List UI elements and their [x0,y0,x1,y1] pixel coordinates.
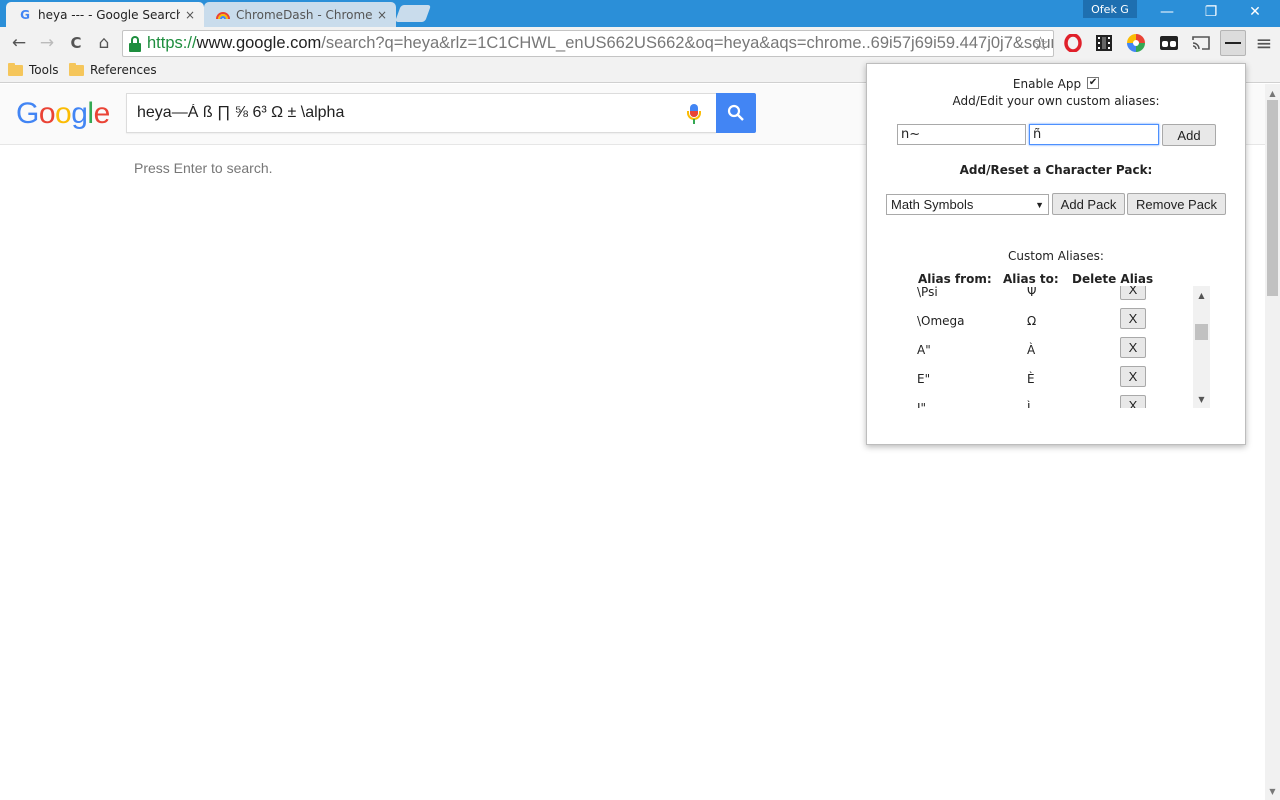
microphone-icon[interactable] [687,104,701,124]
close-tab-icon[interactable]: × [184,8,196,22]
new-tab-button[interactable] [394,5,432,22]
scroll-down-arrow-icon[interactable]: ▼ [1193,392,1210,406]
delete-alias-button[interactable]: X [1120,337,1146,358]
add-alias-button[interactable]: Add [1162,124,1216,146]
logo-letter: G [16,97,39,130]
logo-letter: e [93,97,111,130]
opera-icon[interactable] [1062,32,1084,54]
column-header-from: Alias from: [918,272,992,286]
alias-from: E" [917,372,931,386]
scrollbar-thumb[interactable] [1267,100,1278,296]
chrome-menu-icon[interactable]: ≡ [1253,31,1275,55]
scroll-up-arrow-icon[interactable]: ▲ [1265,86,1280,100]
enable-app-label: Enable App [1012,77,1082,91]
alias-to: À [1027,343,1036,357]
custom-aliases-title: Custom Aliases: [1008,249,1104,263]
alias-from: \Omega [917,314,965,328]
alias-row: \Omega Ω X [901,307,1191,336]
bookmark-star-icon[interactable]: ☆ [1032,33,1049,55]
tab-chromedash[interactable]: ChromeDash - Chrome We × [204,2,396,27]
alias-to: Ψ [1027,286,1037,299]
alias-from: \Psi [917,286,938,299]
home-button[interactable]: ⌂ [93,32,115,54]
page-scrollbar[interactable]: ▲ ▼ [1265,84,1280,800]
character-pack-title: Add/Reset a Character Pack: [959,163,1153,177]
delete-alias-button[interactable]: X [1120,308,1146,329]
logo-letter: g [71,97,88,130]
alias-extension-popup: Enable App ✔ Add/Edit your own custom ali… [866,63,1246,445]
scroll-up-arrow-icon[interactable]: ▲ [1193,288,1210,302]
color-wheel-icon[interactable] [1125,32,1147,54]
glasses-icon[interactable] [1158,32,1180,54]
alias-from: A" [917,343,931,357]
google-logo[interactable]: Google [16,97,110,131]
alias-row: I" Ì X [901,394,1191,408]
lock-icon [128,35,142,52]
back-button[interactable]: ← [8,32,30,54]
alias-list: \Psi Ψ X \Omega Ω X A" À X E" È X I" Ì X [901,286,1209,408]
google-g-icon: G [20,7,30,22]
alias-to: Ì [1027,401,1031,408]
bookmark-label: References [90,63,157,77]
delete-alias-button[interactable]: X [1120,286,1146,300]
chrome-rainbow-icon [216,8,230,22]
logo-letter: o [55,97,72,130]
minimize-button[interactable]: — [1145,0,1189,24]
scroll-down-arrow-icon[interactable]: ▼ [1265,784,1280,798]
restore-button[interactable]: ❐ [1189,0,1233,24]
alias-to: Ω [1027,314,1037,328]
character-pack-select[interactable]: Math Symbols ▼ [886,194,1049,215]
alias-row: E" È X [901,365,1191,394]
folder-icon [69,62,84,76]
search-icon [727,104,744,121]
reload-button[interactable]: C [65,32,87,54]
browser-toolbar: ← → C ⌂ https://www.google.com/search?q=… [0,27,1280,60]
close-window-button[interactable]: ✕ [1233,0,1277,24]
alias-row: A" À X [901,336,1191,365]
bookmark-folder-references[interactable]: References [69,62,157,77]
selected-pack: Math Symbols [891,197,974,212]
alias-to: È [1027,372,1035,386]
alias-from: I" [917,401,927,408]
url-text: https://www.google.com/search?q=heya&rlz… [147,34,1053,52]
browser-titlebar: G heya --- - Google Search × ChromeDash … [0,0,1280,27]
search-button[interactable] [716,93,756,133]
search-hint: Press Enter to search. [134,160,273,176]
tab-title: heya --- - Google Search [38,7,180,22]
folder-icon [8,62,23,76]
logo-letter: o [38,97,56,130]
tab-title: ChromeDash - Chrome We [236,7,372,22]
profile-button[interactable]: Ofek G [1083,0,1137,18]
remove-pack-button[interactable]: Remove Pack [1127,193,1226,215]
alias-list-scrollbar[interactable]: ▲ ▼ [1193,286,1210,408]
search-input[interactable] [137,94,667,132]
alias-from-input[interactable] [897,124,1026,145]
tab-google-search[interactable]: G heya --- - Google Search × [6,2,204,27]
enable-app-checkbox[interactable]: ✔ [1087,77,1100,89]
google-search-box[interactable] [126,93,716,133]
dropdown-arrow-icon: ▼ [1035,199,1044,210]
alias-row: \Psi Ψ X [901,286,1191,307]
column-header-to: Alias to: [1003,272,1059,286]
film-icon[interactable] [1093,32,1115,54]
custom-aliases-subtitle: Add/Edit your own custom aliases: [952,94,1160,108]
column-header-delete: Delete Alias [1072,272,1154,286]
cast-icon[interactable] [1190,32,1212,54]
bookmark-label: Tools [29,63,59,77]
forward-button[interactable]: → [36,32,58,54]
bookmark-folder-tools[interactable]: Tools [8,62,59,77]
address-bar[interactable]: https://www.google.com/search?q=heya&rlz… [122,30,1054,57]
alias-to-input[interactable] [1029,124,1159,145]
enable-app-row: Enable App ✔ [867,77,1245,91]
close-tab-icon[interactable]: × [376,8,388,22]
add-pack-button[interactable]: Add Pack [1052,193,1125,215]
alias-extension-icon[interactable] [1220,30,1246,56]
delete-alias-button[interactable]: X [1120,366,1146,387]
delete-alias-button[interactable]: X [1120,395,1146,408]
scrollbar-thumb[interactable] [1195,324,1208,340]
